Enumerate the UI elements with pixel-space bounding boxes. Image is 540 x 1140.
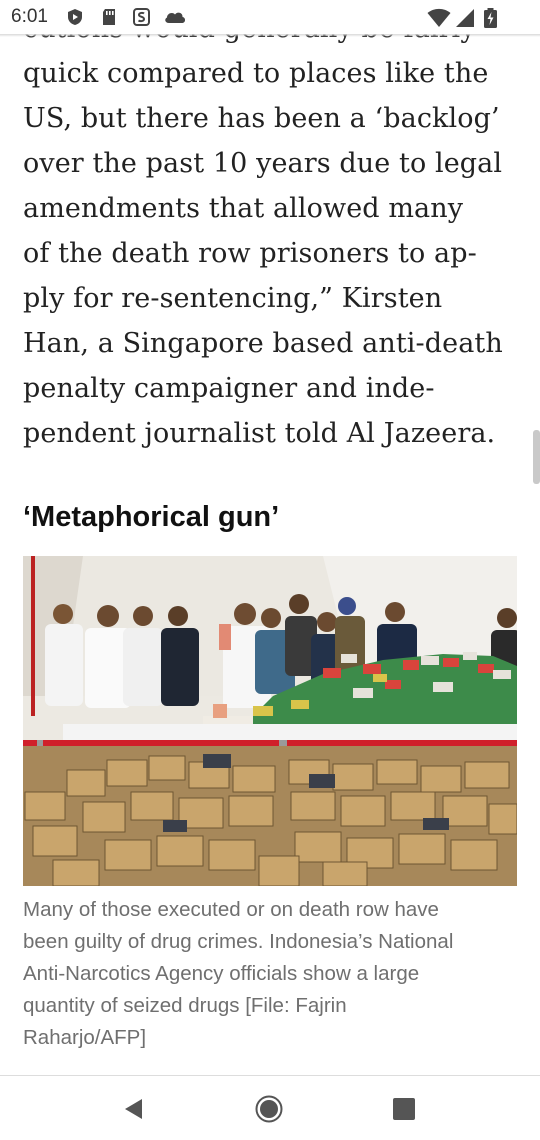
status-bar: 6:01 — [0, 0, 540, 34]
battery-icon — [484, 8, 497, 28]
paragraph-line: ply for re-sentencing,” Kirsten — [23, 283, 443, 314]
shield-play-icon — [68, 9, 82, 25]
photo-caption-line: Anti-Narcotics Agency officials show a l… — [23, 962, 420, 985]
photo-caption-line: been guilty of drug crimes. Indonesia’s … — [23, 930, 454, 953]
wifi-icon — [427, 8, 451, 27]
back-icon — [125, 1099, 142, 1119]
paragraph-line: quick compared to places like the — [23, 58, 489, 89]
paragraph-line: amendments that allowed many — [23, 193, 464, 224]
article-view[interactable]: cutions would generally be fairly quick … — [0, 0, 540, 1075]
section-heading: ‘Metaphorical gun’ — [23, 501, 280, 533]
recents-icon — [393, 1098, 415, 1120]
status-time: 6:01 — [11, 6, 48, 27]
sd-card-icon — [103, 9, 115, 25]
navigation-bar — [0, 1076, 540, 1140]
article-photo[interactable] — [23, 556, 517, 886]
recents-button[interactable] — [387, 1092, 421, 1126]
back-button[interactable] — [116, 1092, 150, 1126]
cloud-icon — [165, 12, 186, 23]
paragraph-line: penalty campaigner and inde- — [23, 373, 435, 404]
photo-caption-line: Raharjo/AFP] — [23, 1026, 147, 1049]
photo-caption-line: Many of those executed or on death row h… — [23, 898, 439, 921]
cell-signal-icon — [456, 9, 474, 27]
paragraph-line: over the past 10 years due to legal — [23, 148, 503, 179]
photo-caption-line: quantity of seized drugs [File: Fajrin — [23, 994, 347, 1017]
paragraph-line: pendent journalist told Al Jazeera. — [23, 418, 496, 449]
status-bar-shadow — [0, 34, 540, 37]
scrollbar-thumb[interactable] — [533, 430, 540, 484]
paragraph-line: of the death row prisoners to ap- — [23, 238, 477, 269]
paragraph-line: Han, a Singapore based anti-death — [23, 328, 503, 359]
sim-s-icon — [133, 8, 150, 26]
home-button[interactable] — [252, 1092, 286, 1126]
photo-drawing — [23, 556, 517, 886]
home-icon — [255, 1095, 283, 1123]
paragraph-line: US, but there has been a ‘backlog’ — [23, 103, 500, 134]
